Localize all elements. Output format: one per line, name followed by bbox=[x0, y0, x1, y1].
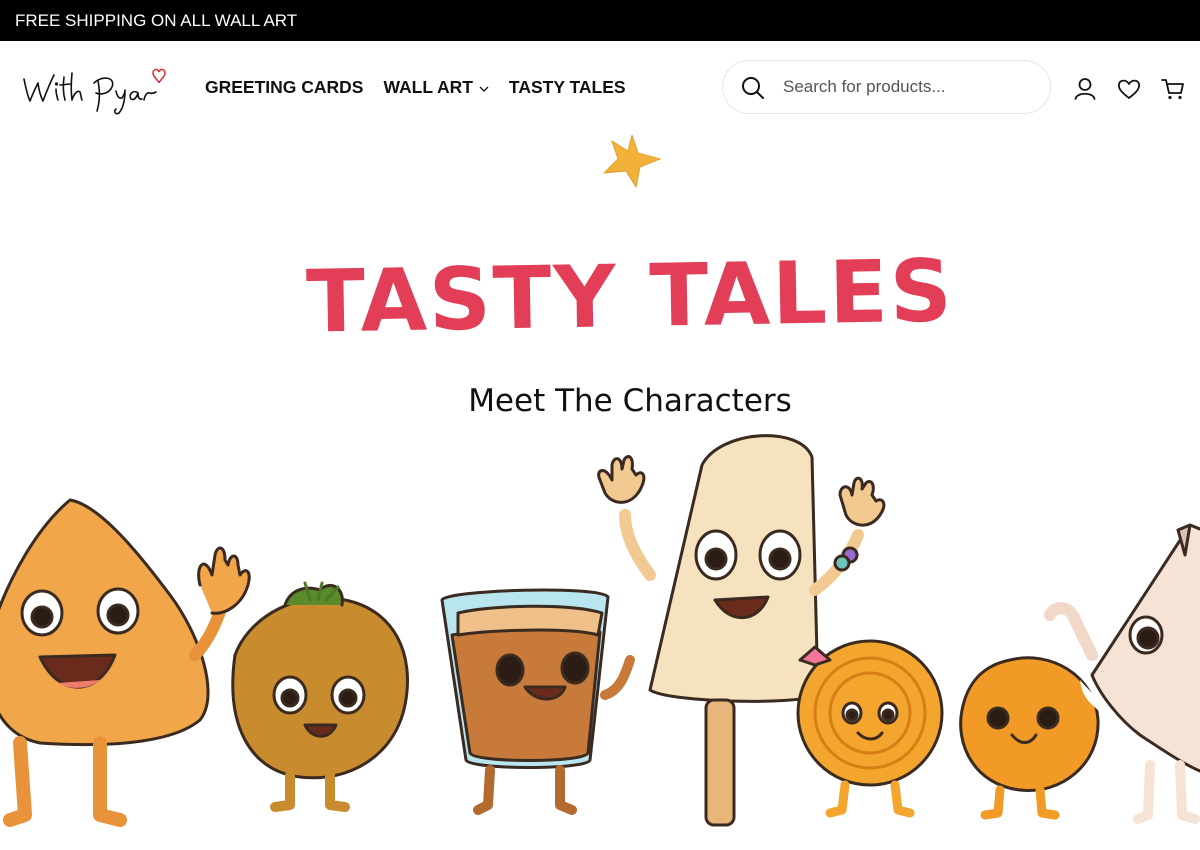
nav-tasty-tales[interactable]: TASTY TALES bbox=[509, 77, 626, 98]
nav-tasty-tales-label: TASTY TALES bbox=[508, 77, 626, 97]
star-icon bbox=[602, 135, 662, 189]
user-icon[interactable] bbox=[1072, 76, 1098, 102]
search-icon[interactable] bbox=[741, 76, 765, 105]
search-box bbox=[722, 60, 1051, 114]
nav-greeting-cards-label: GREETING CARDS bbox=[205, 77, 364, 97]
kachori-character bbox=[231, 581, 409, 812]
hero-subtitle: Meet The Characters bbox=[468, 383, 792, 419]
hero-illustration bbox=[0, 135, 1200, 827]
site-header: GREETING CARDS WALL ART TASTY TALES bbox=[0, 41, 1200, 135]
biscuit-character bbox=[959, 656, 1100, 820]
nav-wall-art[interactable]: WALL ART bbox=[383, 77, 489, 98]
logo[interactable] bbox=[20, 65, 175, 117]
hero-title: TASTY TALES bbox=[305, 241, 955, 353]
main-nav: GREETING CARDS WALL ART TASTY TALES bbox=[205, 77, 646, 98]
announcement-text: FREE SHIPPING ON ALL WALL ART bbox=[15, 11, 298, 30]
nav-wall-art-label: WALL ART bbox=[383, 77, 473, 97]
chevron-down-icon bbox=[479, 77, 489, 98]
logo-script-mark bbox=[23, 68, 166, 115]
chai-glass-character bbox=[440, 588, 635, 815]
samosa-character bbox=[0, 498, 231, 827]
search-input[interactable] bbox=[783, 73, 1033, 101]
announcement-bar: FREE SHIPPING ON ALL WALL ART bbox=[0, 0, 1200, 41]
jalebi-character bbox=[796, 639, 944, 818]
heart-icon[interactable] bbox=[1116, 76, 1142, 102]
cart-icon[interactable] bbox=[1160, 76, 1186, 102]
nav-greeting-cards[interactable]: GREETING CARDS bbox=[205, 77, 363, 98]
hero-banner[interactable]: TASTY TALES Meet The Characters bbox=[0, 135, 1200, 850]
